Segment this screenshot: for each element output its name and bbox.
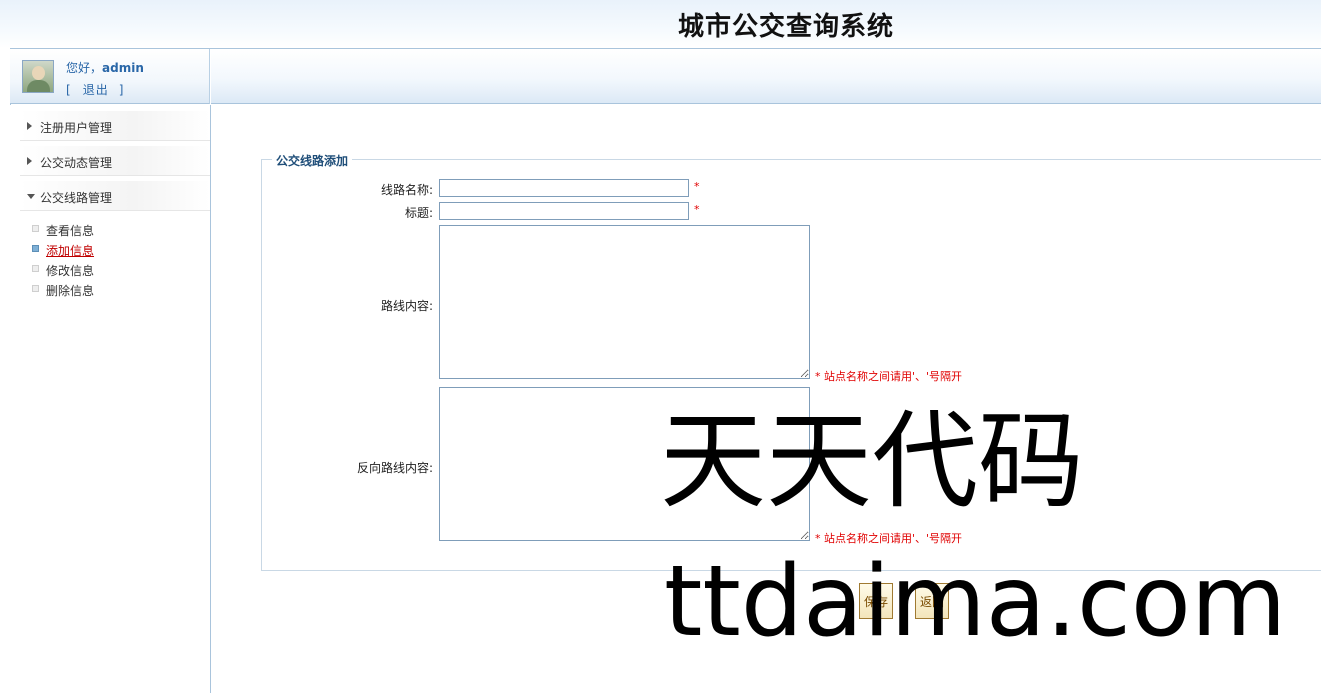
title-label: 标题: bbox=[404, 206, 433, 220]
menu-group-label: 注册用户管理 bbox=[40, 121, 113, 135]
user-panel: 您好，admin [ 退出] bbox=[10, 49, 210, 104]
top-banner: 城市公交查询系统 bbox=[0, 0, 1321, 48]
menu-group-registered-users[interactable]: 注册用户管理 bbox=[20, 111, 210, 141]
bullet-square-icon bbox=[32, 245, 39, 252]
bullet-square-icon bbox=[32, 225, 39, 232]
avatar-body-shape bbox=[27, 80, 50, 92]
required-mark: * bbox=[694, 203, 700, 216]
route-name-input[interactable] bbox=[439, 179, 689, 197]
reverse-content-label: 反向路线内容: bbox=[356, 461, 433, 475]
route-content-label: 路线内容: bbox=[380, 299, 433, 313]
sidebar: 注册用户管理 公交动态管理 公交线路管理 查看信息 添加信息 修改信息 删除信息 bbox=[10, 105, 211, 693]
sidebar-item-label: 查看信息 bbox=[46, 224, 95, 238]
route-content-hint: * 站点名称之间请用'、'号隔开 bbox=[815, 370, 963, 383]
menu-group-bus-news[interactable]: 公交动态管理 bbox=[20, 146, 210, 176]
caret-right-icon bbox=[27, 157, 32, 165]
sidebar-item-label: 修改信息 bbox=[46, 264, 95, 278]
title-input[interactable] bbox=[439, 202, 689, 220]
menu-group-label: 公交线路管理 bbox=[40, 191, 113, 205]
logout-link[interactable]: 退出 bbox=[83, 83, 109, 97]
avatar-head-shape bbox=[32, 66, 45, 80]
system-title: 城市公交查询系统 bbox=[678, 12, 895, 42]
menu-group-bus-routes[interactable]: 公交线路管理 bbox=[20, 181, 210, 211]
watermark-text-cn: 天天代码 bbox=[660, 400, 1084, 523]
caret-right-icon bbox=[27, 122, 32, 130]
form-legend: 公交线路添加 bbox=[272, 152, 353, 169]
menu-group-label: 公交动态管理 bbox=[40, 156, 113, 170]
sidebar-item-label: 添加信息 bbox=[46, 244, 95, 258]
bullet-square-icon bbox=[32, 285, 39, 292]
route-name-label: 线路名称: bbox=[380, 183, 433, 197]
required-mark: * bbox=[694, 180, 700, 193]
logout-line: [ 退出] bbox=[66, 81, 125, 98]
bracket-left: [ bbox=[66, 83, 73, 97]
route-content-textarea[interactable] bbox=[439, 225, 810, 379]
avatar bbox=[22, 60, 54, 93]
caret-down-icon bbox=[27, 194, 35, 199]
reverse-content-hint: * 站点名称之间请用'、'号隔开 bbox=[815, 532, 963, 545]
username: admin bbox=[102, 61, 144, 75]
bullet-square-icon bbox=[32, 265, 39, 272]
user-greeting: 您好，admin bbox=[66, 59, 144, 76]
sidebar-item-label: 删除信息 bbox=[46, 284, 95, 298]
greeting-text: 您好， bbox=[66, 61, 103, 75]
bracket-right: ] bbox=[118, 83, 126, 97]
watermark-text-url: ttdaima.com bbox=[664, 545, 1287, 659]
header-bar bbox=[211, 49, 1321, 104]
